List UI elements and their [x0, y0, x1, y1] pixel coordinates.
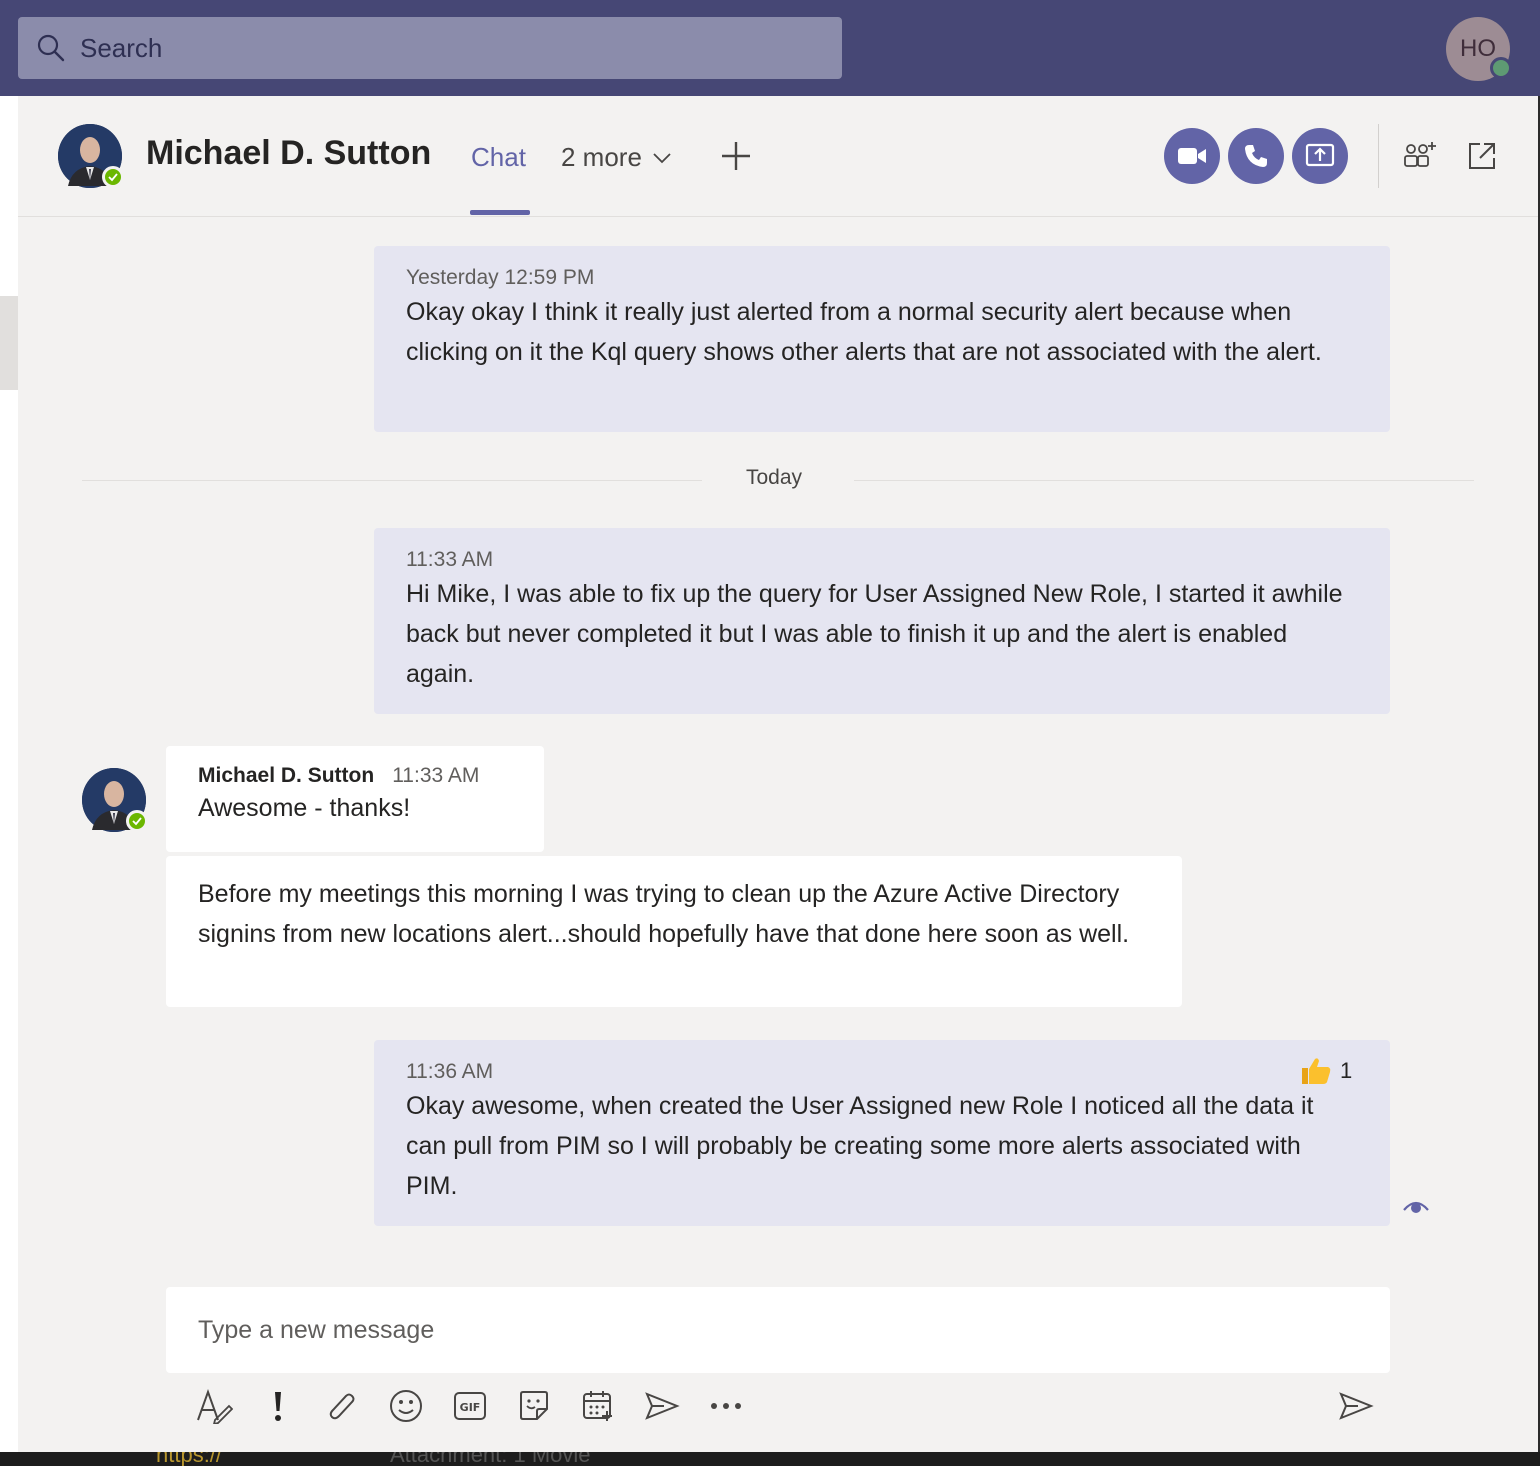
- message-bubble-sent[interactable]: Yesterday 12:59 PM Okay okay I think it …: [374, 246, 1390, 432]
- share-screen-icon: [1305, 143, 1335, 167]
- format-icon: [197, 1389, 233, 1424]
- background-text-fragment: Attachment: 1 Movie: [390, 1452, 591, 1466]
- message-text: Awesome - thanks!: [198, 794, 411, 822]
- send-button[interactable]: [1336, 1386, 1376, 1426]
- background-link-fragment: https://: [156, 1452, 223, 1466]
- more-options-button[interactable]: [706, 1386, 746, 1426]
- important-button[interactable]: [258, 1386, 298, 1426]
- header-divider: [1378, 124, 1379, 188]
- date-divider-line: [854, 480, 1474, 481]
- profile-avatar[interactable]: HO: [1446, 17, 1512, 81]
- message-text: Before my meetings this morning I was tr…: [198, 880, 1130, 948]
- audio-call-button[interactable]: [1228, 128, 1284, 184]
- add-tab-button[interactable]: [718, 138, 754, 174]
- message-bubble-sent[interactable]: 11:33 AM Hi Mike, I was able to fix up t…: [374, 528, 1390, 714]
- svg-text:GIF: GIF: [460, 1401, 481, 1414]
- message-text: Hi Mike, I was able to fix up the query …: [406, 580, 1343, 688]
- read-receipt-eye-icon: [1402, 1196, 1430, 1220]
- profile-status-icon: [1490, 57, 1512, 79]
- stream-button[interactable]: [642, 1386, 682, 1426]
- pop-out-icon: [1469, 143, 1495, 169]
- message-text: Okay okay I think it really just alerted…: [406, 298, 1322, 366]
- message-timestamp: 11:36 AM: [406, 1060, 494, 1083]
- important-icon: [275, 1392, 281, 1421]
- attach-icon: [329, 1393, 355, 1420]
- format-button[interactable]: [194, 1386, 234, 1426]
- video-call-button[interactable]: [1164, 128, 1220, 184]
- send-icon: [1339, 1392, 1374, 1420]
- schedule-meeting-button[interactable]: [578, 1386, 618, 1426]
- active-tab-indicator: [470, 210, 530, 215]
- message-text: Okay awesome, when created the User Assi…: [406, 1092, 1314, 1200]
- compose-message-input[interactable]: Type a new message: [166, 1287, 1390, 1373]
- background-window-fragment: https:// Attachment: 1 Movie: [0, 1452, 1540, 1466]
- emoji-button[interactable]: [386, 1386, 426, 1426]
- contact-avatar[interactable]: [58, 124, 124, 188]
- phone-icon: [1245, 145, 1267, 167]
- message-timestamp: Yesterday 12:59 PM: [406, 266, 595, 289]
- status-available-icon: [126, 810, 148, 832]
- sticker-icon: [520, 1391, 548, 1420]
- message-bubble-received[interactable]: Michael D. Sutton 11:33 AM Awesome - than…: [166, 746, 544, 852]
- gif-icon: GIF: [454, 1392, 486, 1420]
- gif-button[interactable]: GIF: [450, 1386, 490, 1426]
- date-divider-label: Today: [746, 466, 803, 489]
- more-options-icon: [711, 1403, 741, 1409]
- contact-name: Michael D. Sutton: [146, 134, 432, 172]
- date-divider-line: [82, 480, 702, 481]
- reaction-like[interactable]: 1: [1300, 1056, 1352, 1086]
- status-available-icon: [102, 166, 124, 188]
- tab-more-dropdown[interactable]: 2 more: [561, 142, 672, 173]
- thumbs-up-icon: [1302, 1058, 1331, 1084]
- search-icon: [37, 34, 65, 62]
- message-timestamp: 11:33 AM: [392, 764, 480, 787]
- chevron-down-icon: [653, 152, 671, 163]
- add-people-button[interactable]: [1402, 138, 1438, 174]
- top-bar: Search HO: [0, 0, 1540, 96]
- share-screen-button[interactable]: [1292, 128, 1348, 184]
- schedule-meeting-icon: [583, 1391, 612, 1421]
- pop-out-button[interactable]: [1464, 138, 1500, 174]
- attach-button[interactable]: [322, 1386, 362, 1426]
- search-input[interactable]: Search: [18, 17, 842, 79]
- reaction-count: 1: [1340, 1058, 1353, 1083]
- chat-header: Michael D. Sutton Chat 2 more: [18, 96, 1538, 217]
- message-timestamp: 11:33 AM: [406, 548, 494, 571]
- message-bubble-received[interactable]: Before my meetings this morning I was tr…: [166, 856, 1182, 1007]
- tab-chat[interactable]: Chat: [471, 142, 526, 173]
- message-bubble-sent[interactable]: 11:36 AM Okay awesome, when created the …: [374, 1040, 1390, 1226]
- stream-icon: [645, 1392, 680, 1420]
- emoji-icon: [390, 1390, 422, 1422]
- sender-name: Michael D. Sutton: [198, 764, 375, 787]
- add-people-icon: [1404, 142, 1436, 167]
- profile-initials: HO: [1460, 35, 1496, 62]
- sender-avatar[interactable]: [82, 768, 148, 832]
- left-rail: [0, 96, 18, 1452]
- search-placeholder: Search: [80, 32, 163, 63]
- video-camera-icon: [1178, 148, 1206, 164]
- plus-icon: [722, 142, 750, 170]
- sticker-button[interactable]: [514, 1386, 554, 1426]
- compose-placeholder: Type a new message: [198, 1315, 435, 1344]
- tab-more-label: 2 more: [561, 142, 642, 172]
